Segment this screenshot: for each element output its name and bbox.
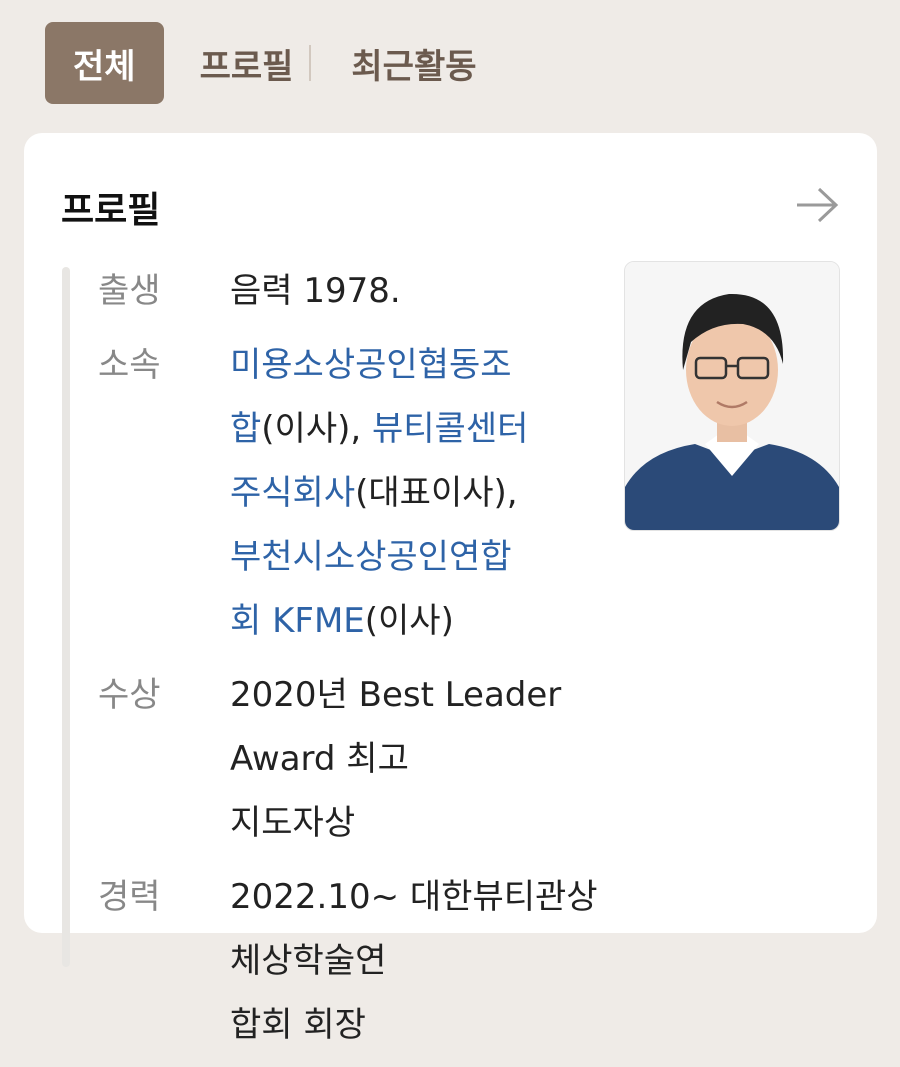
birth-label: 출생 bbox=[98, 271, 161, 311]
tab-all[interactable]: 전체 bbox=[45, 22, 164, 104]
row-award: 수상 2020년 Best Leader Award 최고 지도자상 bbox=[98, 663, 598, 855]
award-line-2: 지도자상 bbox=[230, 803, 356, 843]
row-birth: 출생 음력 1978. bbox=[98, 259, 598, 323]
row-career: 경력 2022.10~ 대한뷰티관상체상학술연 합회 회장 bbox=[98, 865, 598, 1057]
tab-divider bbox=[309, 45, 312, 81]
affiliation-link-3b[interactable]: 회 KFME bbox=[230, 601, 365, 641]
profile-card: 프로필 출생 음력 1978. 소속 미용소상공인협동조 합(이사), 뷰티콜센… bbox=[24, 133, 877, 1045]
affiliation-text-2: (대표이사), bbox=[355, 473, 518, 513]
birth-value: 음력 1978. bbox=[230, 271, 401, 311]
career-label: 경력 bbox=[98, 877, 161, 917]
affiliation-link-2b[interactable]: 주식회사 bbox=[230, 473, 355, 513]
award-label: 수상 bbox=[98, 675, 161, 715]
award-value: 2020년 Best Leader Award 최고 지도자상 bbox=[230, 663, 598, 855]
card-title[interactable]: 프로필 bbox=[61, 181, 160, 233]
profile-info: 출생 음력 1978. 소속 미용소상공인협동조 합(이사), 뷰티콜센터 주식… bbox=[98, 259, 598, 1067]
tab-profile[interactable]: 프로필 bbox=[164, 22, 300, 104]
career-line-2: 합회 회장 bbox=[230, 1005, 366, 1045]
career-line-1: 2022.10~ 대한뷰티관상체상학술연 bbox=[230, 877, 598, 981]
affiliation-link-1[interactable]: 미용소상공인협동조 bbox=[230, 345, 512, 385]
arrow-right-icon[interactable] bbox=[795, 185, 839, 225]
award-line-1: 2020년 Best Leader Award 최고 bbox=[230, 675, 562, 779]
affiliation-link-3[interactable]: 부천시소상공인연합 bbox=[230, 537, 512, 577]
career-value: 2022.10~ 대한뷰티관상체상학술연 합회 회장 bbox=[230, 865, 598, 1057]
affiliation-label: 소속 bbox=[98, 345, 161, 385]
affiliation-link-2[interactable]: 뷰티콜센터 bbox=[372, 409, 528, 449]
affiliation-text-1: (이사), bbox=[261, 409, 372, 449]
tab-bar: 전체 프로필 최근활동 bbox=[45, 22, 513, 104]
affiliation-text-3: (이사) bbox=[364, 601, 454, 641]
section-indicator-line bbox=[62, 267, 70, 967]
person-avatar-image bbox=[625, 262, 839, 530]
affiliation-value: 미용소상공인협동조 합(이사), 뷰티콜센터 주식회사(대표이사), 부천시소상… bbox=[230, 333, 528, 653]
profile-photo[interactable] bbox=[624, 261, 840, 531]
row-affiliation: 소속 미용소상공인협동조 합(이사), 뷰티콜센터 주식회사(대표이사), 부천… bbox=[98, 333, 598, 653]
tab-recent-activity[interactable]: 최근활동 bbox=[321, 22, 512, 104]
affiliation-link-1b[interactable]: 합 bbox=[230, 409, 261, 449]
